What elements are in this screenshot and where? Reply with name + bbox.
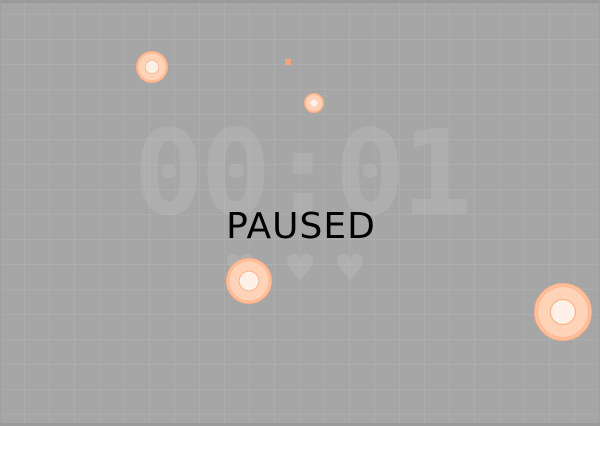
heart-icon: ♥ [284,248,317,289]
target-circle[interactable] [304,93,324,113]
heart-icon: ♥ [334,248,367,289]
target-circle[interactable] [226,258,272,304]
game-canvas[interactable]: 00:01 ♥ ♥ ♥ PAUSED [0,0,600,426]
target-circle[interactable] [534,283,592,341]
paused-label: PAUSED [226,206,376,247]
target-circle[interactable] [136,51,168,83]
target-spark [285,59,291,65]
